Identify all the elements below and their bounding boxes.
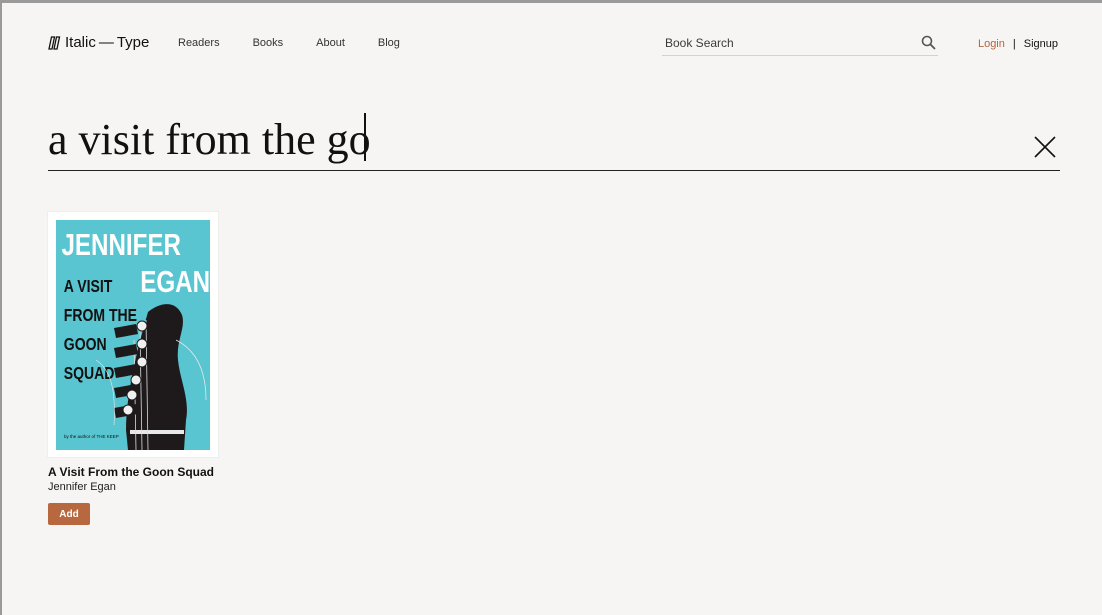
- signup-link[interactable]: Signup: [1024, 38, 1058, 50]
- add-book-button[interactable]: Add: [48, 503, 90, 525]
- brand-name: Italic — Type: [65, 34, 150, 51]
- cover-footer-text: by the author of THE KEEP: [64, 434, 119, 439]
- guitar-cover-illustration: JENNIFER EGAN A VISIT FROM THE GOON SQUA…: [56, 220, 210, 450]
- nav-blog[interactable]: Blog: [378, 37, 400, 49]
- cover-title-line1: A VISIT: [64, 276, 113, 296]
- book-logo-icon: [48, 35, 61, 50]
- site-header: Italic — Type Readers Books About Blog L…: [48, 33, 1060, 57]
- main-nav: Readers Books About Blog: [178, 37, 433, 49]
- cover-author-line2: EGAN: [140, 264, 210, 299]
- cover-title-line4: SQUAD: [64, 363, 115, 383]
- search-query-bar: [48, 109, 1060, 171]
- cover-title-line2: FROM THE: [64, 305, 137, 325]
- book-author: Jennifer Egan: [48, 481, 116, 493]
- book-result-card: JENNIFER EGAN A VISIT FROM THE GOON SQUA…: [48, 212, 218, 525]
- search-query-input[interactable]: [48, 113, 988, 165]
- nav-about[interactable]: About: [316, 37, 345, 49]
- auth-separator: |: [1012, 38, 1016, 50]
- book-cover-art: JENNIFER EGAN A VISIT FROM THE GOON SQUA…: [56, 220, 210, 450]
- cover-title-line3: GOON: [64, 334, 107, 354]
- nav-books[interactable]: Books: [253, 37, 284, 49]
- book-title[interactable]: A Visit From the Goon Squad: [48, 465, 218, 479]
- nav-readers[interactable]: Readers: [178, 37, 220, 49]
- text-caret: [364, 113, 366, 161]
- auth-links: Login | Signup: [978, 38, 1058, 50]
- header-search: [662, 33, 938, 56]
- site-logo[interactable]: Italic — Type: [48, 34, 149, 51]
- book-search-input[interactable]: [662, 33, 905, 53]
- cover-author-line1: JENNIFER: [61, 227, 181, 262]
- search-icon[interactable]: [921, 35, 936, 50]
- book-cover[interactable]: JENNIFER EGAN A VISIT FROM THE GOON SQUA…: [48, 212, 218, 457]
- login-link[interactable]: Login: [978, 38, 1005, 50]
- close-icon[interactable]: [1034, 136, 1056, 158]
